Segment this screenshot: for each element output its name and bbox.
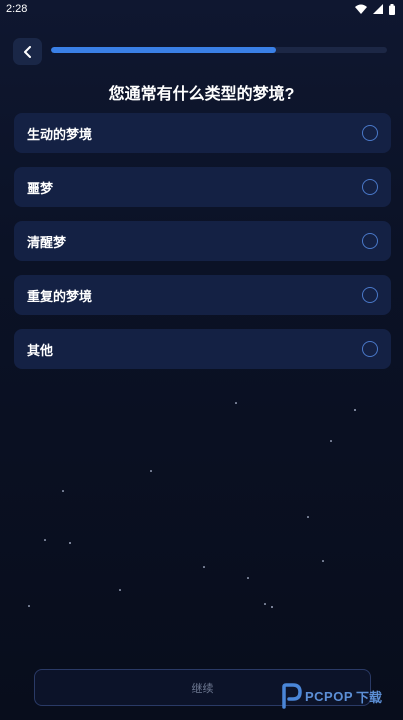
watermark-logo: PCPOP 下载 <box>280 683 382 709</box>
status-bar: 2:28 <box>0 0 403 18</box>
question-title: 您通常有什么类型的梦境? <box>108 86 295 103</box>
battery-icon <box>389 3 395 15</box>
radio-button[interactable] <box>362 341 378 357</box>
option-nightmares[interactable]: 噩梦 <box>14 167 391 207</box>
progress-bar <box>51 47 387 53</box>
watermark-suffix: 下载 <box>356 689 383 705</box>
radio-button[interactable] <box>362 287 378 303</box>
radio-button[interactable] <box>362 233 378 249</box>
option-label: 噩梦 <box>27 180 54 196</box>
continue-label: 继续 <box>191 682 214 695</box>
pcpop-logo-icon <box>282 683 302 709</box>
option-lucid-dreams[interactable]: 清醒梦 <box>14 221 391 261</box>
watermark-brand: PCPOP <box>305 688 354 704</box>
options-list: 生动的梦境 噩梦 清醒梦 重复的梦境 其他 <box>14 113 391 383</box>
radio-button[interactable] <box>362 179 378 195</box>
option-other[interactable]: 其他 <box>14 329 391 369</box>
option-label: 清醒梦 <box>27 234 67 250</box>
progress-fill <box>51 47 277 53</box>
option-vivid-dreams[interactable]: 生动的梦境 <box>14 113 391 153</box>
signal-icon <box>373 4 383 14</box>
status-time: 2:28 <box>6 3 28 15</box>
option-label: 生动的梦境 <box>27 126 93 142</box>
option-label: 其他 <box>27 342 54 358</box>
status-icons <box>355 3 395 15</box>
radio-button[interactable] <box>362 125 378 141</box>
wifi-icon <box>355 4 367 14</box>
option-recurring-dreams[interactable]: 重复的梦境 <box>14 275 391 315</box>
chevron-left-icon <box>23 45 31 58</box>
back-button[interactable] <box>13 38 42 65</box>
option-label: 重复的梦境 <box>27 288 93 304</box>
